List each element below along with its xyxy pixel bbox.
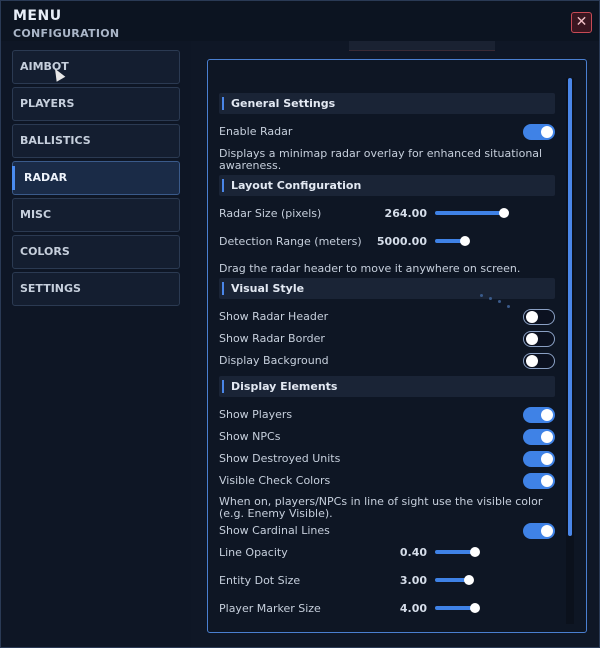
show-destroyed-units-label: Show Destroyed Units [219, 452, 341, 465]
visible-check-colors-toggle[interactable] [523, 473, 555, 489]
drag-hint-text: Drag the radar header to move it anywher… [219, 262, 521, 275]
radar-size-slider-fill [435, 211, 505, 215]
sidebar-item-colors[interactable]: COLORS [12, 235, 180, 269]
close-button[interactable]: ✕ [571, 12, 592, 33]
show-radar-header-toggle[interactable] [523, 309, 555, 325]
sidebar-item-radar[interactable]: RADAR [12, 161, 180, 195]
section-layout-configuration: Layout Configuration [219, 175, 555, 196]
section-visual-style: Visual Style [219, 278, 555, 299]
visible-check-description: When on, players/NPCs in line of sight u… [219, 495, 543, 520]
player-marker-size-slider-handle[interactable] [470, 603, 480, 613]
top-strip [349, 41, 495, 51]
show-radar-header-label: Show Radar Header [219, 310, 329, 323]
show-radar-border-toggle[interactable] [523, 331, 555, 347]
sidebar-item-aimbot[interactable]: AIMBOT [12, 50, 180, 84]
detection-range-label: Detection Range (meters) [219, 235, 362, 248]
sidebar-item-misc[interactable]: MISC [12, 198, 180, 232]
display-background-toggle[interactable] [523, 353, 555, 369]
player-marker-size-value: 4.00 [399, 602, 427, 615]
player-marker-size-slider-fill [435, 606, 475, 610]
radar-size-value: 264.00 [384, 207, 427, 220]
enable-radar-label: Enable Radar [219, 125, 293, 138]
scrollbar-thumb[interactable] [568, 78, 572, 536]
toggle-knob [541, 453, 553, 465]
radar-settings-panel: General Settings Enable Radar Displays a… [207, 59, 587, 633]
detection-range-value: 5000.00 [376, 235, 427, 248]
line-opacity-slider-handle[interactable] [470, 547, 480, 557]
detection-range-slider-handle[interactable] [460, 236, 470, 246]
sidebar-item-players[interactable]: PLAYERS [12, 87, 180, 121]
show-radar-border-label: Show Radar Border [219, 332, 325, 345]
entity-dot-size-slider-handle[interactable] [464, 575, 474, 585]
display-background-label: Display Background [219, 354, 329, 367]
show-players-toggle[interactable] [523, 407, 555, 423]
enable-radar-description: Displays a minimap radar overlay for enh… [219, 147, 543, 172]
menu-subtitle: CONFIGURATION [13, 27, 120, 40]
toggle-knob [526, 333, 538, 345]
toggle-knob [541, 126, 553, 138]
player-marker-size-label: Player Marker Size [219, 602, 321, 615]
toggle-knob [526, 311, 538, 323]
section-display-elements: Display Elements [219, 376, 555, 397]
toggle-knob [541, 475, 553, 487]
toggle-knob [541, 525, 553, 537]
line-opacity-label: Line Opacity [219, 546, 288, 559]
entity-dot-size-value: 3.00 [399, 574, 427, 587]
toggle-knob [541, 431, 553, 443]
line-opacity-value: 0.40 [399, 546, 427, 559]
show-players-label: Show Players [219, 408, 293, 421]
radar-size-slider-handle[interactable] [499, 208, 509, 218]
section-general-settings: General Settings [219, 93, 555, 114]
close-icon: ✕ [575, 14, 588, 30]
show-cardinal-lines-toggle[interactable] [523, 523, 555, 539]
menu-window: MENU CONFIGURATION ✕ AIMBOT PLAYERS BALL… [0, 0, 600, 648]
radar-size-label: Radar Size (pixels) [219, 207, 322, 220]
show-npcs-label: Show NPCs [219, 430, 281, 443]
entity-dot-size-label: Entity Dot Size [219, 574, 301, 587]
sidebar-item-settings[interactable]: SETTINGS [12, 272, 180, 306]
sidebar-item-ballistics[interactable]: BALLISTICS [12, 124, 180, 158]
sidebar-item-label: COLORS [20, 245, 70, 258]
menu-header: MENU CONFIGURATION [13, 8, 119, 40]
sidebar-item-label: BALLISTICS [20, 134, 91, 147]
sidebar-item-label: RADAR [24, 171, 68, 184]
toggle-knob [526, 355, 538, 367]
enable-radar-toggle[interactable] [523, 124, 555, 140]
menu-title: MENU [13, 8, 62, 24]
sidebar-item-label: PLAYERS [20, 97, 75, 110]
show-cardinal-lines-label: Show Cardinal Lines [219, 524, 330, 537]
show-npcs-toggle[interactable] [523, 429, 555, 445]
toggle-knob [541, 409, 553, 421]
visible-check-colors-label: Visible Check Colors [219, 474, 331, 487]
sidebar-item-label: MISC [20, 208, 52, 221]
sidebar-item-label: SETTINGS [20, 282, 81, 295]
line-opacity-slider-fill [435, 550, 475, 554]
show-destroyed-units-toggle[interactable] [523, 451, 555, 467]
